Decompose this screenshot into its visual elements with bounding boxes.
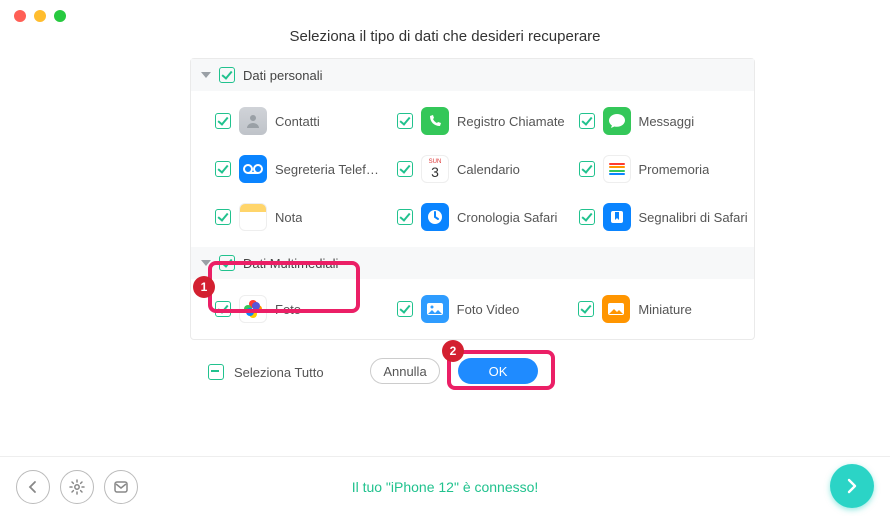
- label-calendar: Calendario: [457, 162, 520, 177]
- label-safari-history: Cronologia Safari: [457, 210, 557, 225]
- select-all-row[interactable]: Seleziona Tutto: [204, 350, 330, 380]
- group-header-media[interactable]: Dati Multimediali: [191, 247, 754, 279]
- ok-button[interactable]: OK: [458, 358, 538, 384]
- item-thumbnails[interactable]: Miniature: [572, 285, 754, 333]
- item-reminders[interactable]: Promemoria: [573, 145, 755, 193]
- item-photo-video[interactable]: Foto Video: [391, 285, 573, 333]
- label-voicemail: Segreteria Telefoni...: [275, 162, 385, 177]
- group-title-personal: Dati personali: [243, 68, 323, 83]
- page-title: Seleziona il tipo di dati che desideri r…: [0, 0, 890, 45]
- label-thumbnails: Miniature: [638, 302, 691, 317]
- photo-video-icon: [421, 295, 449, 323]
- checkbox-contacts[interactable]: [215, 113, 231, 129]
- media-grid: Foto Foto Video Miniature: [191, 279, 754, 339]
- window-traffic-lights: [14, 10, 66, 22]
- item-messages[interactable]: Messaggi: [573, 97, 755, 145]
- cancel-button[interactable]: Annulla: [370, 358, 440, 384]
- item-call-log[interactable]: Registro Chiamate: [391, 97, 573, 145]
- label-call-log: Registro Chiamate: [457, 114, 565, 129]
- checkbox-messages[interactable]: [579, 113, 595, 129]
- photos-icon: [239, 295, 267, 323]
- checkbox-media-all[interactable]: [219, 255, 235, 271]
- checkbox-voicemail[interactable]: [215, 161, 231, 177]
- chevron-down-icon: [201, 72, 211, 78]
- next-button[interactable]: [830, 464, 874, 508]
- checkbox-calendar[interactable]: [397, 161, 413, 177]
- item-safari-bookmarks[interactable]: Segnalibri di Safari: [573, 193, 755, 241]
- label-photos: Foto: [275, 302, 301, 317]
- label-reminders: Promemoria: [639, 162, 710, 177]
- bookmark-icon: [603, 203, 631, 231]
- annotation-badge-1: 1: [193, 276, 215, 298]
- checkbox-reminders[interactable]: [579, 161, 595, 177]
- phone-icon: [421, 107, 449, 135]
- mail-button[interactable]: [104, 470, 138, 504]
- group-header-personal[interactable]: Dati personali: [191, 59, 754, 91]
- item-safari-history[interactable]: Cronologia Safari: [391, 193, 573, 241]
- checkbox-select-all[interactable]: [208, 364, 224, 380]
- annotation-badge-2: 2: [442, 340, 464, 362]
- label-safari-bookmarks: Segnalibri di Safari: [639, 210, 748, 225]
- checkbox-safari-history[interactable]: [397, 209, 413, 225]
- checkbox-safari-bookmarks[interactable]: [579, 209, 595, 225]
- group-title-media: Dati Multimediali: [243, 256, 338, 271]
- item-photos[interactable]: Foto: [209, 285, 391, 333]
- checkbox-photo-video[interactable]: [397, 301, 413, 317]
- thumbnails-icon: [602, 295, 630, 323]
- item-voicemail[interactable]: Segreteria Telefoni...: [209, 145, 391, 193]
- checkbox-photos[interactable]: [215, 301, 231, 317]
- settings-button[interactable]: [60, 470, 94, 504]
- connection-status: Il tuo "iPhone 12" è connesso!: [352, 479, 539, 495]
- chevron-down-icon: [201, 260, 211, 266]
- safari-history-icon: [421, 203, 449, 231]
- label-photo-video: Foto Video: [457, 302, 520, 317]
- item-calendar[interactable]: SUN 3 Calendario: [391, 145, 573, 193]
- label-notes: Nota: [275, 210, 302, 225]
- zoom-window-button[interactable]: [54, 10, 66, 22]
- messages-icon: [603, 107, 631, 135]
- close-window-button[interactable]: [14, 10, 26, 22]
- back-button[interactable]: [16, 470, 50, 504]
- checkbox-call-log[interactable]: [397, 113, 413, 129]
- footer-left-controls: [16, 470, 138, 504]
- select-all-label: Seleziona Tutto: [234, 365, 324, 380]
- minimize-window-button[interactable]: [34, 10, 46, 22]
- calendar-icon: SUN 3: [421, 155, 449, 183]
- personal-grid: Contatti Registro Chiamate Messaggi Segr…: [191, 91, 754, 247]
- checkbox-thumbnails[interactable]: [578, 301, 594, 317]
- checkbox-notes[interactable]: [215, 209, 231, 225]
- footer-right-controls: [830, 464, 874, 508]
- label-messages: Messaggi: [639, 114, 695, 129]
- reminders-icon: [603, 155, 631, 183]
- item-notes[interactable]: Nota: [209, 193, 391, 241]
- checkbox-personal-all[interactable]: [219, 67, 235, 83]
- voicemail-icon: [239, 155, 267, 183]
- item-contacts[interactable]: Contatti: [209, 97, 391, 145]
- contacts-icon: [239, 107, 267, 135]
- data-type-panel: Dati personali Contatti Registro Chiamat…: [190, 58, 755, 340]
- notes-icon: [239, 203, 267, 231]
- label-contacts: Contatti: [275, 114, 320, 129]
